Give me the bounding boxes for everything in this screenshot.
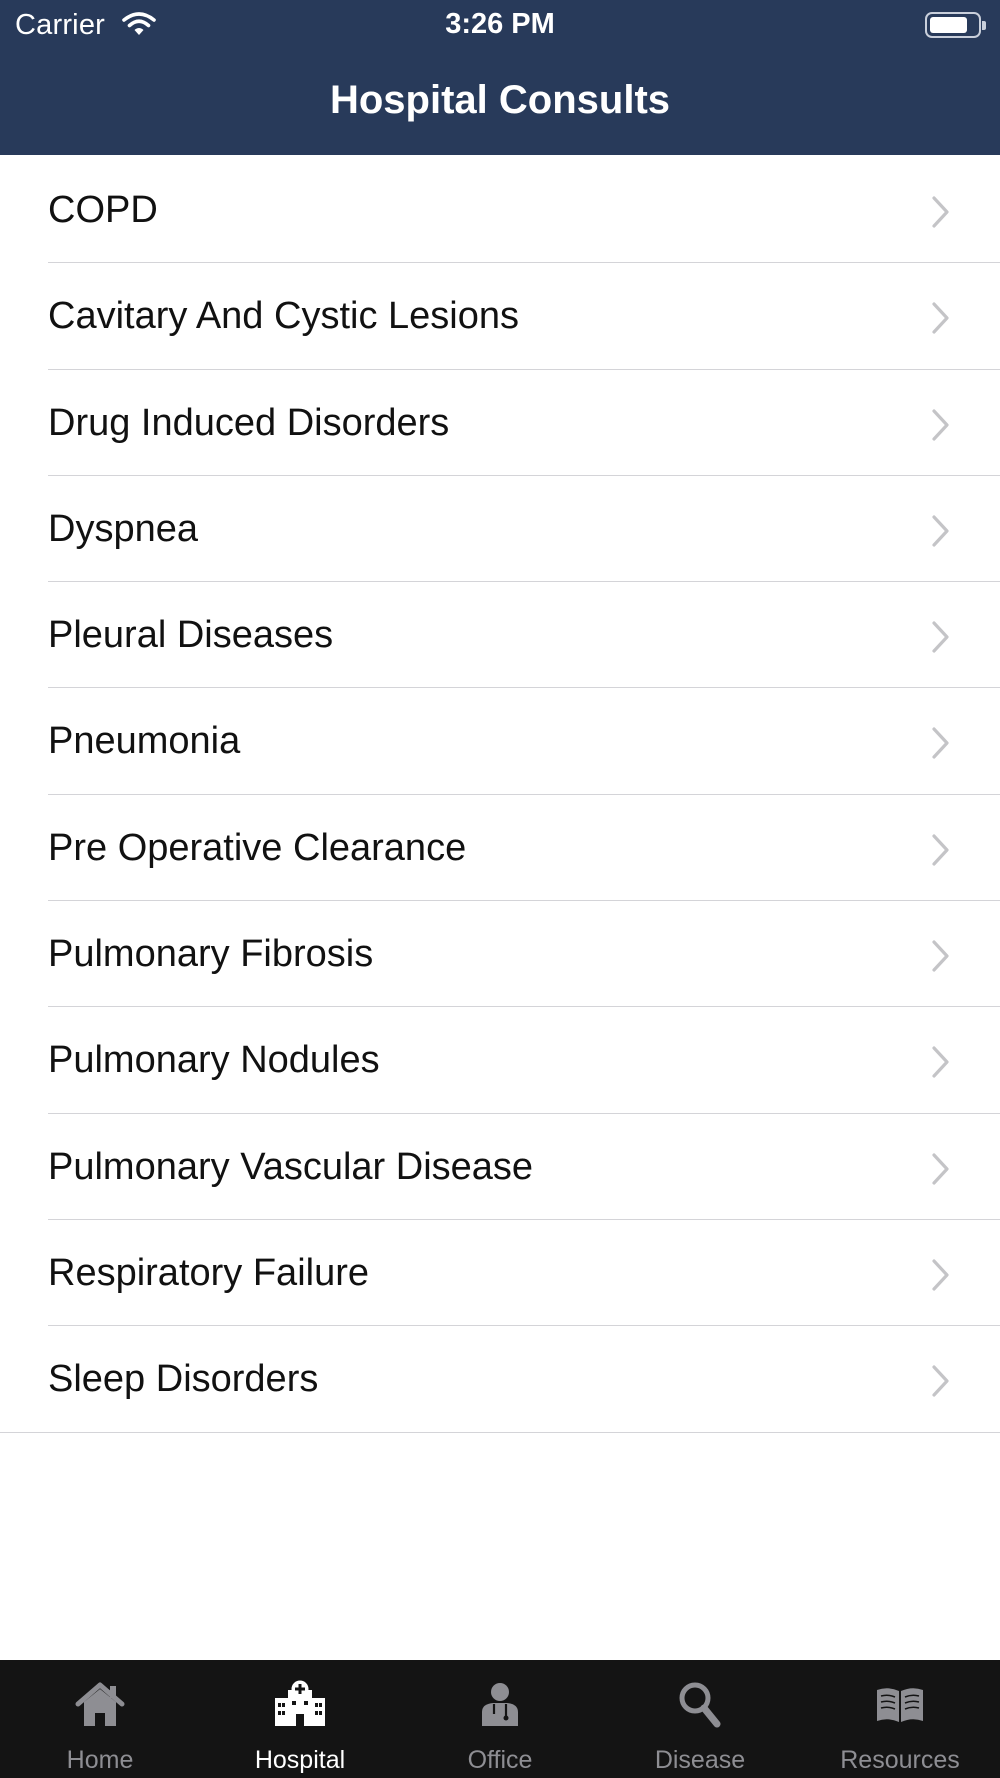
list-item-label: Pleural Diseases: [48, 614, 334, 657]
tab-bar: Home Hospital Office Disease Resources: [0, 1660, 1000, 1778]
list-item-label: Respiratory Failure: [48, 1251, 369, 1294]
chevron-right-icon: [932, 1365, 949, 1397]
chevron-right-icon: [932, 1259, 949, 1291]
list-item[interactable]: COPD: [0, 157, 1000, 264]
header: Carrier 3:26 PM Hospital Consults: [0, 0, 1000, 155]
tab-disease[interactable]: Disease: [600, 1660, 800, 1778]
list-item[interactable]: Pleural Diseases: [0, 582, 1000, 689]
tab-hospital[interactable]: Hospital: [200, 1660, 400, 1778]
list-item-label: Pneumonia: [48, 720, 241, 763]
chevron-right-icon: [932, 1153, 949, 1185]
list-item[interactable]: Pulmonary Vascular Disease: [0, 1114, 1000, 1220]
chevron-right-icon: [932, 1046, 949, 1078]
status-bar: Carrier 3:26 PM: [0, 0, 1000, 50]
list-item[interactable]: Pulmonary Fibrosis: [0, 901, 1000, 1008]
list-item-label: Cavitary And Cystic Lesions: [48, 295, 519, 338]
consult-list: COPD Cavitary And Cystic Lesions Drug Indu…: [0, 157, 1000, 1433]
list-item[interactable]: Respiratory Failure: [0, 1220, 1000, 1327]
list-item[interactable]: Pre Operative Clearance: [0, 795, 1000, 902]
chevron-right-icon: [932, 727, 949, 760]
tab-office[interactable]: Office: [400, 1660, 600, 1778]
battery-icon: [925, 12, 986, 38]
list-item-label: Pulmonary Fibrosis: [48, 933, 374, 976]
doctor-icon: [482, 1683, 518, 1726]
chevron-right-icon: [932, 834, 949, 866]
tab-resources[interactable]: Resources: [800, 1660, 1000, 1778]
list-item[interactable]: Cavitary And Cystic Lesions: [0, 263, 1000, 370]
magnifier-icon: [679, 1682, 721, 1728]
chevron-right-icon: [932, 302, 949, 334]
clock: 3:26 PM: [445, 8, 555, 40]
list-item-label: Pre Operative Clearance: [48, 826, 467, 869]
list-item-label: Pulmonary Nodules: [48, 1039, 380, 1082]
tab-label: Disease: [654, 1746, 746, 1774]
list-item[interactable]: Drug Induced Disorders: [0, 370, 1000, 476]
chevron-right-icon: [932, 940, 949, 972]
book-icon: [877, 1688, 923, 1722]
chevron-right-icon: [932, 196, 949, 228]
battery-level: [930, 17, 967, 33]
page-title: Hospital Consults: [329, 78, 671, 122]
list-item[interactable]: Sleep Disorders: [0, 1326, 1000, 1433]
tab-label: Hospital: [254, 1746, 346, 1774]
chevron-right-icon: [932, 621, 949, 653]
screen: Carrier 3:26 PM Hospital Consults COPD Ca…: [0, 0, 1000, 1778]
chevron-right-icon: [932, 515, 949, 547]
tab-label: Resources: [840, 1746, 960, 1774]
home-icon: [75, 1682, 125, 1726]
list-item-label: Sleep Disorders: [48, 1358, 319, 1401]
hospital-icon: [275, 1680, 325, 1726]
tab-home[interactable]: Home: [0, 1660, 200, 1778]
list-item[interactable]: Pulmonary Nodules: [0, 1007, 1000, 1114]
list-item[interactable]: Dyspnea: [0, 476, 1000, 583]
list-item-label: Dyspnea: [48, 507, 198, 550]
tab-label: Office: [467, 1746, 533, 1774]
list-item-label: Pulmonary Vascular Disease: [48, 1145, 534, 1188]
row-divider: [0, 1431, 1000, 1433]
battery-cap: [982, 21, 986, 30]
tab-label: Home: [66, 1746, 134, 1774]
list-item-label: Drug Induced Disorders: [48, 401, 450, 444]
chevron-right-icon: [932, 408, 949, 441]
list-item-label: COPD: [48, 189, 158, 231]
list-item[interactable]: Pneumonia: [0, 688, 1000, 795]
